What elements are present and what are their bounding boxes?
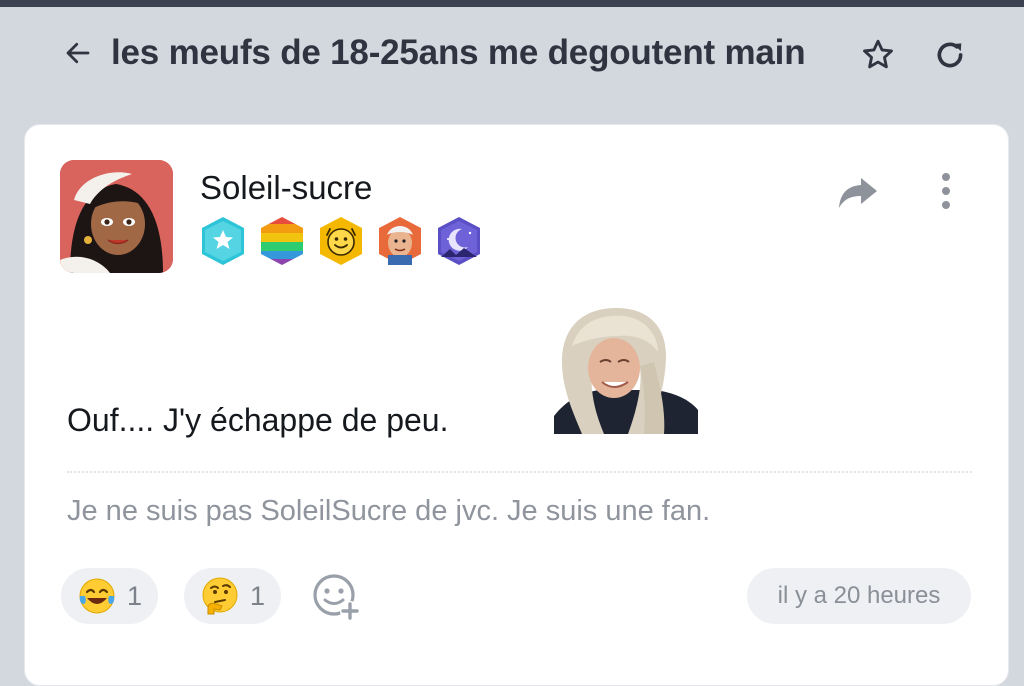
cartoon-princess-avatar-icon — [60, 160, 173, 273]
post-message: Ouf.... J'y échappe de peu. — [67, 402, 449, 438]
author-avatar[interactable] — [60, 160, 173, 273]
smiley-badge-icon[interactable] — [316, 215, 366, 267]
reaction-thinking[interactable]: 1 — [184, 568, 282, 624]
author-username[interactable]: Soleil-sucre — [200, 169, 372, 207]
reaction-count: 1 — [127, 580, 143, 611]
post-card: Soleil-sucre Ouf.... J'y échappe de peu.… — [24, 124, 1009, 686]
thinking-face-emoji-icon — [202, 577, 238, 615]
star-outline-icon — [863, 39, 893, 69]
laughing-tears-emoji-icon — [79, 578, 115, 614]
top-status-strip — [0, 0, 1024, 7]
back-button[interactable] — [60, 35, 96, 71]
add-reaction-button[interactable] — [310, 571, 362, 623]
add-emoji-icon — [313, 574, 360, 621]
signature-divider — [67, 471, 972, 473]
more-vertical-icon — [942, 173, 950, 209]
moon-night-badge-icon[interactable] — [434, 215, 484, 267]
author-badges — [198, 215, 484, 267]
arrow-left-icon — [66, 42, 90, 64]
smiling-woman-sticker-icon[interactable] — [554, 306, 698, 434]
meme-face-badge-icon[interactable] — [375, 215, 425, 267]
share-arrow-icon — [839, 178, 877, 208]
reaction-count: 1 — [250, 580, 266, 611]
author-signature: Je ne suis pas SoleilSucre de jvc. Je su… — [67, 495, 711, 527]
reaction-laughing[interactable]: 1 — [61, 568, 159, 624]
rainbow-badge-icon[interactable] — [257, 215, 307, 267]
star-badge-icon[interactable] — [198, 215, 248, 267]
post-timestamp[interactable]: il y a 20 heures — [747, 568, 971, 624]
topic-title: les meufs de 18-25ans me degoutent main — [111, 33, 806, 72]
refresh-button[interactable] — [930, 35, 970, 75]
topic-header: les meufs de 18-25ans me degoutent main — [0, 7, 1024, 112]
refresh-icon — [937, 42, 963, 68]
more-options-button[interactable] — [928, 169, 964, 213]
favorite-button[interactable] — [858, 35, 898, 75]
share-button[interactable] — [833, 173, 883, 213]
